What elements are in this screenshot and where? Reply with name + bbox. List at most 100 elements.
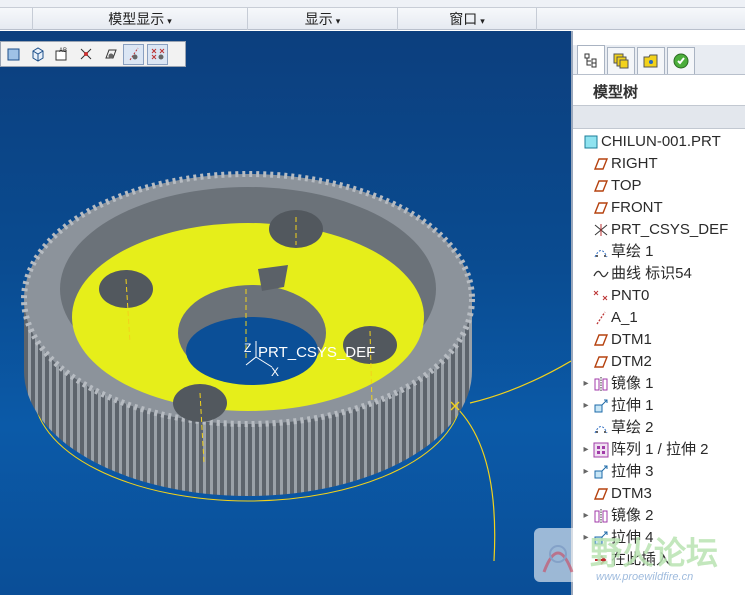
datum-point-icon <box>593 288 609 304</box>
caret-down-icon: ▾ <box>167 16 172 26</box>
tree-item[interactable]: 草绘 2 <box>573 417 745 439</box>
ribbon-group-label: 显示 <box>304 11 333 27</box>
watermark-url: www.proewildfire.cn <box>596 571 693 583</box>
point-display-icon <box>151 48 164 60</box>
tree-item-label: CHILUN-001.PRT <box>601 133 721 150</box>
tree-item[interactable]: ▸ 拉伸 3 <box>573 461 745 483</box>
tree-item-label: PNT0 <box>611 287 650 304</box>
tree-item[interactable]: DTM2 <box>573 351 745 373</box>
forum-watermark: 野火论坛 www.proewildfire.cn <box>534 524 745 595</box>
tree-item-label: 镜像 1 <box>611 375 654 392</box>
folder-icon <box>643 54 658 68</box>
tree-item[interactable]: ▸ 镜像 1 <box>573 373 745 395</box>
tree-item[interactable]: TOP <box>573 175 745 197</box>
navigator-tabs <box>573 45 745 75</box>
tree-item[interactable]: RIGHT <box>573 153 745 175</box>
cube-view-icon <box>32 47 43 62</box>
tree-item[interactable]: A_1 <box>573 307 745 329</box>
tree-item[interactable]: ▸ 拉伸 1 <box>573 395 745 417</box>
csys-icon <box>593 222 609 238</box>
tree-item[interactable]: DTM1 <box>573 329 745 351</box>
tree-item[interactable]: FRONT <box>573 197 745 219</box>
tab-favorites[interactable] <box>667 47 695 74</box>
display-style-button[interactable] <box>3 44 24 65</box>
watermark-logo: 野火论坛 www.proewildfire.cn <box>534 528 718 583</box>
tree-item[interactable]: 曲线 标识54 <box>573 263 745 285</box>
tree-item-label: 拉伸 1 <box>611 397 654 414</box>
tree-item-label: PRT_CSYS_DEF <box>611 221 729 238</box>
tab-folder-browser[interactable] <box>637 47 665 74</box>
ribbon-group-window[interactable]: 窗口 ▾ <box>397 8 537 30</box>
datum-plane-icon <box>593 332 609 348</box>
expand-arrow-icon[interactable]: ▸ <box>579 395 593 417</box>
tree-filter-bar[interactable] <box>573 105 745 129</box>
tree-item[interactable]: ▸ 阵列 1 / 拉伸 2 <box>573 439 745 461</box>
tree-item[interactable]: PRT_CSYS_DEF <box>573 219 745 241</box>
tree-item-label: 拉伸 3 <box>611 463 654 480</box>
ribbon-group-show[interactable]: 显示 ▾ <box>247 8 397 30</box>
tree-item[interactable]: PNT0 <box>573 285 745 307</box>
sketch-icon <box>593 244 609 260</box>
tree-item-label: 草绘 1 <box>611 243 654 260</box>
tree-item-label: DTM3 <box>611 485 652 502</box>
expand-arrow-icon[interactable]: ▸ <box>579 461 593 483</box>
csys-axis-x-label: X <box>271 365 279 379</box>
annotation-icon: AB <box>55 48 67 61</box>
tree-item-label: 阵列 1 / 拉伸 2 <box>611 441 709 458</box>
csys-display-icon <box>80 48 91 60</box>
csys-display-button[interactable] <box>75 44 96 65</box>
csys-axis-z-label: Z <box>244 341 251 355</box>
model-tree: CHILUN-001.PRT RIGHT TOP FRONT PRT_CSYS_DEF 草… <box>573 131 745 571</box>
layers-icon <box>613 53 629 69</box>
navigator-panel: 模型树 CHILUN-001.PRT RIGHT TOP FRONT PRT_CSYS_… <box>571 31 745 595</box>
tree-item-label: 曲线 标识54 <box>611 265 692 282</box>
tree-item[interactable]: 草绘 1 <box>573 241 745 263</box>
ribbon-group-label: 模型显示 <box>108 11 165 27</box>
tree-item[interactable]: DTM3 <box>573 483 745 505</box>
extrude-icon <box>593 398 609 414</box>
tab-layers[interactable] <box>607 47 635 74</box>
shading-icon <box>7 48 19 61</box>
svg-text:AB: AB <box>59 48 67 54</box>
lightening-hole <box>173 384 227 422</box>
plane-display-button[interactable] <box>99 44 120 65</box>
part-icon <box>583 134 599 150</box>
datum-curve <box>455 406 496 562</box>
tab-model-tree[interactable] <box>577 45 605 74</box>
mirror-icon <box>593 508 609 524</box>
ribbon-group-label: 窗口 <box>449 11 478 27</box>
lightening-hole <box>99 270 153 308</box>
favorites-icon <box>673 53 689 69</box>
view-toolbar: AB <box>0 41 186 67</box>
extrude-icon <box>593 464 609 480</box>
tree-item-label: TOP <box>611 177 642 194</box>
datum-plane-icon <box>593 178 609 194</box>
axis-display-button[interactable] <box>123 43 144 65</box>
datum-plane-icon <box>593 486 609 502</box>
tree-item-label: FRONT <box>611 199 663 216</box>
panel-title: 模型树 <box>593 84 639 101</box>
datum-axis-icon <box>593 310 609 326</box>
expand-arrow-icon[interactable]: ▸ <box>579 439 593 461</box>
point-display-button[interactable] <box>147 43 168 65</box>
curve-icon <box>593 266 609 282</box>
caret-down-icon: ▾ <box>335 16 341 26</box>
expand-arrow-icon[interactable]: ▸ <box>579 373 593 395</box>
tree-item[interactable]: CHILUN-001.PRT <box>573 131 745 153</box>
annotation-display-button[interactable]: AB <box>51 44 72 65</box>
caret-down-icon: ▾ <box>480 16 485 26</box>
ribbon-top-strip <box>0 0 745 8</box>
plane-display-icon <box>104 49 117 59</box>
datum-plane-icon <box>593 354 609 370</box>
tree-item-label: DTM1 <box>611 331 652 348</box>
tree-item-label: RIGHT <box>611 155 658 172</box>
tree-item-label: 草绘 2 <box>611 419 654 436</box>
datum-curve <box>469 360 571 404</box>
tree-item-label: DTM2 <box>611 353 652 370</box>
ribbon-group-model-display[interactable]: 模型显示 ▾ <box>32 8 247 30</box>
datum-plane-icon <box>593 200 609 216</box>
watermark-title: 野火论坛 <box>590 534 718 572</box>
saved-views-button[interactable] <box>27 44 48 65</box>
mirror-icon <box>593 376 609 392</box>
graphics-viewport[interactable]: Z X PRT_CSYS_DEF <box>0 31 571 595</box>
